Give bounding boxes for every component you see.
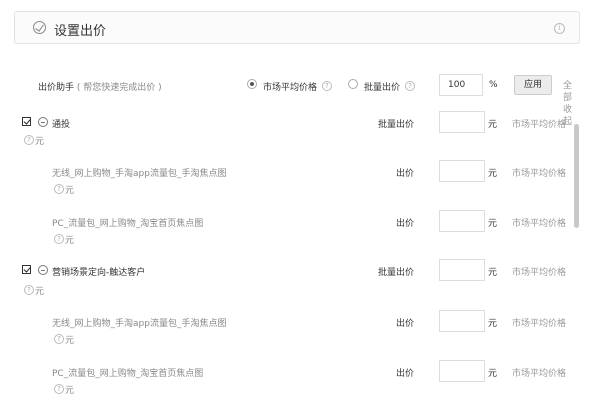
placement-name: PC_流量包_网上购物_淘宝首页焦点图	[52, 369, 204, 379]
yuan-label: 元	[488, 169, 498, 179]
bid-input[interactable]	[439, 360, 485, 382]
group-name: 通投	[52, 120, 71, 130]
help-icon[interactable]: ?	[24, 135, 34, 145]
help-icon[interactable]: ?	[24, 285, 34, 295]
bid-label: 出价	[396, 169, 415, 179]
help-icon[interactable]: ?	[54, 234, 64, 244]
market-price-link[interactable]: 市场平均价格	[512, 316, 566, 329]
unit-label: 元	[35, 137, 45, 147]
yuan-label: 元	[488, 120, 498, 130]
apply-button[interactable]: 应用	[514, 75, 552, 95]
bid-input[interactable]	[439, 210, 485, 232]
bid-label: 出价	[396, 319, 415, 329]
collapse-icon[interactable]	[38, 117, 48, 127]
unit-label: 元	[35, 287, 45, 297]
help-icon[interactable]: ?	[54, 334, 64, 344]
market-price-link[interactable]: 市场平均价格	[512, 117, 566, 130]
bid-helper-label: 出价助手 ( 帮您快速完成出价 )	[38, 83, 162, 93]
unit-label: 元	[65, 236, 75, 246]
placement-name: 无线_网上购物_手淘app流量包_手淘焦点图	[52, 169, 227, 179]
collapse-icon[interactable]	[38, 265, 48, 275]
percent-sign: %	[489, 80, 498, 90]
placement-name: PC_流量包_网上购物_淘宝首页焦点图	[52, 219, 204, 229]
yuan-label: 元	[488, 268, 498, 278]
unit-label: 元	[65, 336, 75, 346]
market-price-link[interactable]: 市场平均价格	[512, 166, 566, 179]
radio-market-average[interactable]	[247, 79, 257, 89]
market-price-link[interactable]: 市场平均价格	[512, 265, 566, 278]
radio-market-label: 市场平均价格	[263, 83, 318, 93]
yuan-label: 元	[488, 219, 498, 229]
help-icon[interactable]: ?	[54, 184, 64, 194]
group-checkbox-marketing[interactable]	[22, 265, 31, 274]
market-price-link[interactable]: 市场平均价格	[512, 216, 566, 229]
batch-bid-input[interactable]	[439, 111, 485, 133]
scrollbar[interactable]	[574, 124, 579, 228]
page-title: 设置出价	[54, 24, 107, 39]
bid-helper-hint: ( 帮您快速完成出价 )	[76, 83, 162, 93]
unit-label: 元	[65, 186, 75, 196]
batch-bid-label: 批量出价	[378, 120, 415, 130]
bid-input[interactable]	[439, 310, 485, 332]
radio-batch-bid[interactable]	[348, 79, 358, 89]
batch-bid-input[interactable]	[439, 259, 485, 281]
group-checkbox-tongtou[interactable]	[22, 117, 31, 126]
market-price-link[interactable]: 市场平均价格	[512, 366, 566, 379]
help-icon[interactable]: ?	[322, 81, 332, 91]
help-icon[interactable]: ?	[405, 81, 415, 91]
percent-input[interactable]: 100	[439, 74, 483, 96]
bid-label: 出价	[396, 369, 415, 379]
bid-label: 出价	[396, 219, 415, 229]
placement-name: 无线_网上购物_手淘app流量包_手淘焦点图	[52, 319, 227, 329]
yuan-label: 元	[488, 369, 498, 379]
unit-label: 元	[65, 386, 75, 396]
group-name: 营销场景定向-触达客户	[52, 268, 146, 278]
yuan-label: 元	[488, 319, 498, 329]
help-icon[interactable]: ?	[54, 384, 64, 394]
radio-batch-label: 批量出价	[364, 83, 401, 93]
refresh-icon	[33, 21, 46, 34]
info-icon[interactable]: i	[554, 23, 565, 34]
batch-bid-label: 批量出价	[378, 268, 415, 278]
bid-input[interactable]	[439, 160, 485, 182]
section-header: 设置出价 i	[14, 11, 580, 44]
